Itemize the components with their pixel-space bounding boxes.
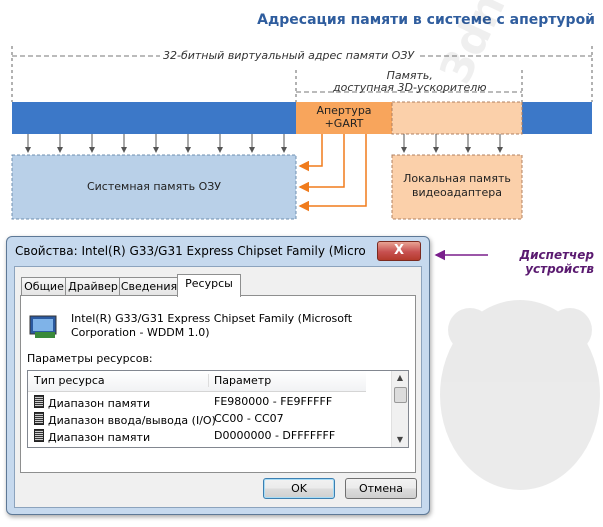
tab-details[interactable]: Сведения [119, 277, 179, 296]
display-adapter-icon [29, 315, 57, 338]
row-value: D0000000 - DFFFFFFF [214, 429, 336, 442]
aperture-label: Апертура +GART [316, 104, 372, 130]
table-row[interactable]: Диапазон памяти D0000000 - DFFFFFFF [28, 427, 366, 444]
dialog-title: Свойства: Intel(R) G33/G31 Express Chips… [15, 244, 365, 258]
column-header-type[interactable]: Тип ресурса [34, 374, 105, 387]
table-row[interactable]: Диапазон ввода/вывода (I/O) CC00 - CC07 [28, 410, 366, 427]
row-type: Диапазон ввода/вывода (I/O) [48, 414, 216, 427]
cancel-button[interactable]: Отмена [345, 478, 417, 499]
resources-list[interactable]: Тип ресурса Параметр Диапазон памяти FE9… [27, 370, 409, 448]
list-header: Тип ресурса Параметр [28, 371, 366, 392]
memory-icon [34, 429, 44, 442]
row-type: Диапазон памяти [48, 397, 151, 410]
local-address-block [391, 101, 523, 135]
resources-panel: Intel(R) G33/G31 Express Chipset Family … [20, 295, 416, 473]
scroll-down-icon[interactable]: ▼ [394, 434, 406, 446]
down-arrows [25, 134, 503, 153]
tab-driver[interactable]: Драйвер [65, 277, 121, 296]
row-value: CC00 - CC07 [214, 412, 284, 425]
io-icon [34, 412, 44, 425]
table-row[interactable]: Диапазон памяти FE980000 - FE9FFFFF [28, 393, 366, 410]
tab-resources[interactable]: Ресурсы [177, 274, 241, 297]
page-title: Адресация памяти в системе с апертурой [257, 12, 595, 28]
params-label: Параметры ресурсов: [27, 352, 153, 365]
column-header-param[interactable]: Параметр [208, 374, 271, 387]
close-button[interactable]: X [377, 241, 421, 261]
scrollbar[interactable]: ▲ ▼ [391, 371, 408, 447]
row-type: Диапазон памяти [48, 431, 151, 444]
row-value: FE980000 - FE9FFFFF [214, 395, 333, 408]
tab-general[interactable]: Общие [21, 277, 67, 296]
dialog-body: Общие Драйвер Сведения Ресурсы Intel(R) … [14, 266, 422, 508]
scroll-thumb[interactable] [394, 387, 407, 403]
device-name: Intel(R) G33/G31 Express Chipset Family … [71, 312, 353, 339]
ok-button[interactable]: OK [263, 478, 335, 499]
span-32bit-label: 32-битный виртуальный адрес памяти ОЗУ [160, 49, 418, 62]
device-manager-label: Диспетчер устройств [519, 248, 594, 276]
system-memory-label: Системная память ОЗУ [86, 180, 222, 193]
scroll-up-icon[interactable]: ▲ [394, 372, 406, 384]
aperture-arrows [298, 134, 367, 212]
properties-dialog: Свойства: Intel(R) G33/G31 Express Chips… [6, 236, 430, 515]
memory-icon [34, 395, 44, 408]
local-memory-label: Локальная память видеоадаптера [403, 172, 511, 199]
bear-watermark-icon [440, 300, 600, 490]
